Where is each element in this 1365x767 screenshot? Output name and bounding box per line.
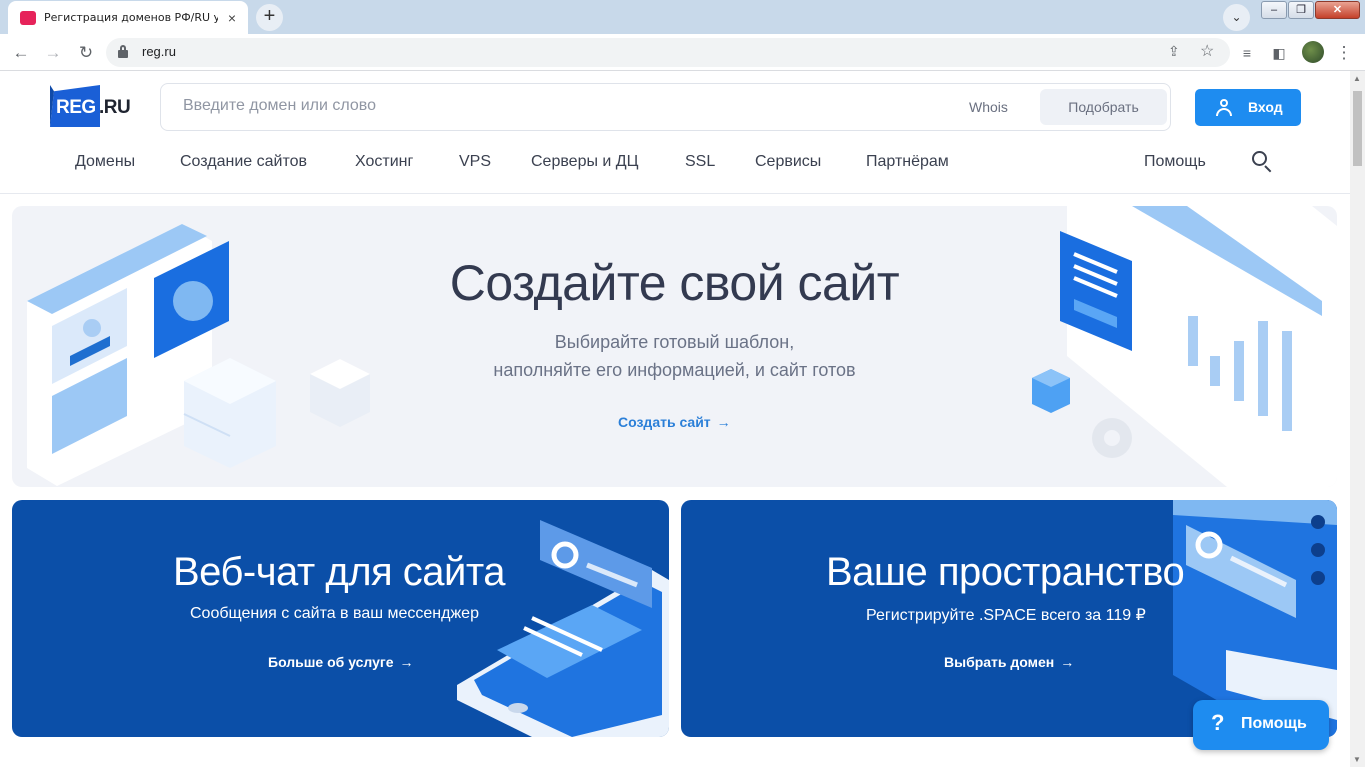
user-icon (1215, 99, 1233, 117)
browser-tab-bar: Регистрация доменов РФ/RU у а × + ⌄ – ❐ … (0, 0, 1365, 34)
tab-search-chevron-icon[interactable]: ⌄ (1223, 4, 1250, 31)
profile-avatar[interactable] (1302, 41, 1324, 63)
browser-menu-icon[interactable]: ⋮ (1332, 41, 1356, 65)
check-icon-3 (1311, 571, 1325, 585)
nav-item-servers[interactable]: Серверы и ДЦ (531, 153, 638, 171)
question-icon: ? (1211, 710, 1225, 735)
domain-search-input[interactable] (183, 97, 923, 115)
help-widget-button[interactable]: ? Помощь (1193, 700, 1329, 750)
create-site-link[interactable]: Создать сайт → (618, 414, 731, 430)
scroll-down-arrow-icon[interactable]: ▼ (1353, 755, 1361, 764)
browser-toolbar: ← → ↻ reg.ru ⇪ ☆ ≡ ◧ ⋮ (0, 34, 1365, 71)
check-icon-2 (1311, 543, 1325, 557)
whois-link[interactable]: Whois (969, 99, 1008, 115)
webchat-more-label: Больше об услуге (268, 654, 394, 670)
webchat-subtitle: Сообщения с сайта в ваш мессенджер (190, 605, 479, 622)
arrow-right-icon: → (1060, 654, 1075, 670)
scroll-up-arrow-icon[interactable]: ▲ (1353, 74, 1361, 83)
reading-list-icon[interactable]: ≡ (1235, 41, 1259, 65)
webchat-more-link[interactable]: Больше об услуге → (268, 654, 414, 670)
nav-item-vps[interactable]: VPS (459, 153, 491, 171)
window-close-button[interactable]: ✕ (1315, 1, 1360, 19)
share-icon[interactable]: ⇪ (1168, 43, 1180, 60)
lock-icon[interactable] (118, 45, 128, 58)
hero-subtitle: Выбирайте готовый шаблон, наполняйте его… (12, 328, 1337, 384)
forward-arrow-icon[interactable]: → (41, 41, 65, 65)
side-panel-icon[interactable]: ◧ (1267, 41, 1291, 65)
webchat-title: Веб-чат для сайта (173, 550, 506, 594)
nav-item-domains[interactable]: Домены (75, 153, 135, 171)
hero-subtitle-line-1: Выбирайте готовый шаблон, (554, 332, 795, 352)
new-tab-button[interactable]: + (256, 4, 283, 31)
promo-card-webchat[interactable]: Веб-чат для сайта Сообщения с сайта в ва… (12, 500, 669, 737)
main-nav: Домены Создание сайтов Хостинг VPS Серве… (0, 153, 1350, 175)
login-button[interactable]: Вход (1195, 89, 1301, 126)
reload-icon[interactable]: ↻ (74, 41, 98, 65)
window-minimize-button[interactable]: – (1261, 1, 1287, 19)
arrow-right-icon: → (399, 654, 414, 670)
page-content: REG .RU Whois Подобрать Вход Домены Созд… (0, 71, 1350, 767)
pick-domain-button[interactable]: Подобрать (1040, 89, 1167, 125)
bookmark-star-icon[interactable]: ☆ (1200, 41, 1214, 61)
page-scrollbar[interactable]: ▲ ▼ (1350, 71, 1365, 767)
search-icon[interactable] (1252, 151, 1274, 173)
phone-button (508, 703, 528, 713)
scroll-thumb[interactable] (1353, 91, 1362, 166)
space-subtitle: Регистрируйте .SPACE всего за 119 ₽ (866, 607, 1146, 624)
url-text[interactable]: reg.ru (142, 44, 176, 59)
regru-favicon-icon (20, 10, 36, 25)
domain-search-box: Whois Подобрать (160, 83, 1171, 131)
nav-item-help[interactable]: Помощь (1144, 153, 1206, 171)
help-widget-label: Помощь (1241, 715, 1307, 732)
hero-gear-hole (1104, 430, 1120, 446)
check-icon-1 (1311, 515, 1325, 529)
nav-item-partners[interactable]: Партнёрам (866, 153, 949, 171)
arrow-right-icon: → (716, 414, 731, 430)
space-title: Ваше пространство (826, 550, 1185, 594)
regru-logo[interactable]: REG .RU (50, 85, 134, 127)
address-bar[interactable]: reg.ru ⇪ ☆ (106, 38, 1230, 67)
logo-reg-text: REG (56, 97, 96, 118)
create-site-label: Создать сайт (618, 414, 711, 430)
hero-banner: Создайте свой сайт Выбирайте готовый шаб… (12, 206, 1337, 487)
choose-domain-link[interactable]: Выбрать домен → (944, 654, 1074, 670)
hero-title: Создайте свой сайт (449, 255, 900, 311)
window-maximize-button[interactable]: ❐ (1288, 1, 1314, 19)
back-arrow-icon[interactable]: ← (9, 41, 33, 65)
nav-item-services[interactable]: Сервисы (755, 153, 821, 171)
logo-ru-text: .RU (99, 97, 131, 118)
header-divider (0, 193, 1350, 194)
nav-item-site-builder[interactable]: Создание сайтов (180, 153, 307, 171)
tab-title: Регистрация доменов РФ/RU у а (44, 11, 218, 24)
nav-item-hosting[interactable]: Хостинг (355, 153, 413, 171)
tab-close-icon[interactable]: × (224, 10, 240, 26)
choose-domain-label: Выбрать домен (944, 654, 1055, 670)
nav-item-ssl[interactable]: SSL (685, 153, 715, 171)
login-label: Вход (1248, 99, 1283, 115)
browser-tab[interactable]: Регистрация доменов РФ/RU у а × (8, 1, 248, 34)
hero-subtitle-line-2: наполняйте его информацией, и сайт готов (493, 360, 856, 380)
